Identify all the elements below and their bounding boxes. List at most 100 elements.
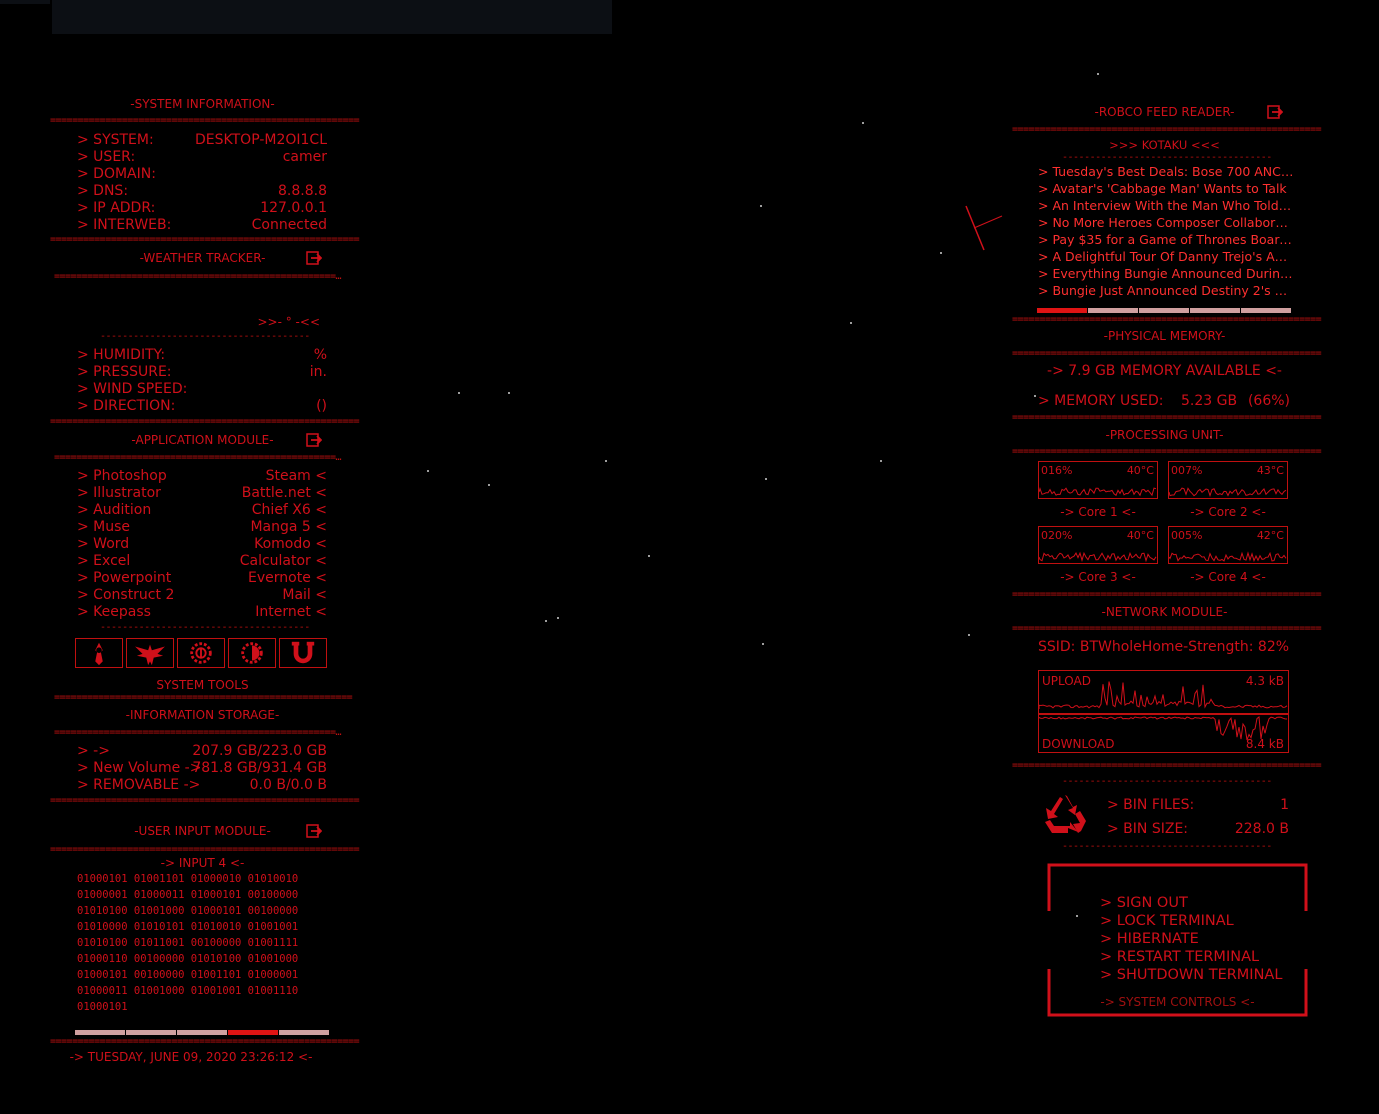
system-control-link[interactable]: > SHUTDOWN TERMINAL xyxy=(1100,966,1282,984)
pager-segment[interactable] xyxy=(1139,308,1189,313)
pager-segment[interactable] xyxy=(126,1030,176,1035)
pager-segment[interactable] xyxy=(1190,308,1240,313)
storage-row[interactable]: > -> 207.9 GB/223.0 GB xyxy=(77,743,327,760)
core-usage: 007% xyxy=(1171,464,1203,477)
input-pager[interactable] xyxy=(75,1030,330,1035)
weather-label: > HUMIDITY: xyxy=(77,347,166,363)
memory-available: -> 7.9 GB MEMORY AVAILABLE <- xyxy=(1047,363,1282,379)
star-dot xyxy=(545,620,547,622)
feed-item-link[interactable]: > Avatar's 'Cabbage Man' Wants to Talk xyxy=(1038,180,1294,197)
feed-list: > Tuesday's Best Deals: Bose 700 ANC Hea… xyxy=(1038,163,1294,299)
memory-title: -PHYSICAL MEMORY- xyxy=(1103,329,1226,343)
core-graph: 005% 42°C xyxy=(1168,526,1288,564)
divider: ========================================… xyxy=(1012,446,1322,457)
app-link-left[interactable]: > Audition xyxy=(77,502,151,519)
divider: ========================================… xyxy=(50,844,360,855)
weather-value: in. xyxy=(309,364,327,380)
pager-segment[interactable] xyxy=(1088,308,1138,313)
app-link-right[interactable]: Battle.net < xyxy=(242,485,327,502)
app-link-left[interactable]: > Muse xyxy=(77,519,130,536)
weather-label: > PRESSURE: xyxy=(77,364,172,380)
star-dot xyxy=(1034,395,1036,397)
core-usage: 005% xyxy=(1171,529,1203,542)
controls-footer: -> SYSTEM CONTROLS <- xyxy=(1100,995,1255,1009)
app-link-right[interactable]: Evernote < xyxy=(248,570,327,587)
gear-half-icon xyxy=(241,642,263,664)
core-temp: 40°C xyxy=(1126,464,1154,477)
weather-rows: > HUMIDITY:% > PRESSURE: in. > WIND SPEED: >… xyxy=(77,347,327,415)
system-control-link[interactable]: > HIBERNATE xyxy=(1100,930,1282,948)
app-link-left[interactable]: > Word xyxy=(77,536,129,553)
download-graph: DOWNLOAD 8.4 kB xyxy=(1038,714,1289,753)
pager-segment[interactable] xyxy=(279,1030,329,1035)
eagle-icon xyxy=(135,644,165,666)
app-link-left[interactable]: > Illustrator xyxy=(77,485,161,502)
pager-segment[interactable] xyxy=(1241,308,1291,313)
recycle-bin-icon[interactable] xyxy=(1042,793,1088,839)
cpu-cores: 016% 40°C -> Core 1 <- 007% 43°C -> Core 2 <-… xyxy=(1038,461,1298,591)
download-value: 8.4 kB xyxy=(1245,737,1284,751)
divider: ========================================… xyxy=(1012,314,1322,325)
system-control-link[interactable]: > SIGN OUT xyxy=(1100,894,1282,912)
divider: ========================================… xyxy=(54,452,342,463)
core-label: -> Core 3 <- xyxy=(1060,570,1136,584)
network-ssid: SSID: BTWholeHome-Strength: 82% xyxy=(1038,639,1290,655)
storage-title: -INFORMATION STORAGE- xyxy=(125,708,280,722)
upload-graph: UPLOAD 4.3 kB xyxy=(1038,670,1289,714)
dash-divider: ----------------------------------------… xyxy=(1062,152,1272,163)
system-info-value: DESKTOP-M2OI1CL xyxy=(195,132,327,148)
pager-segment[interactable] xyxy=(177,1030,227,1035)
app-link-left[interactable]: > Keepass xyxy=(77,604,151,621)
horseshoe-tool-button[interactable] xyxy=(279,638,327,668)
app-link-left[interactable]: > Excel xyxy=(77,553,130,570)
open-icon[interactable] xyxy=(306,432,323,451)
app-link-right[interactable]: Calculator < xyxy=(240,553,327,570)
cog-tool-button[interactable] xyxy=(177,638,225,668)
pager-segment[interactable] xyxy=(75,1030,125,1035)
feed-item-link[interactable]: > Bungie Just Announced Destiny 2's Next… xyxy=(1038,282,1294,299)
app-link-right[interactable]: Mail < xyxy=(282,587,327,604)
open-icon[interactable] xyxy=(1267,104,1284,123)
network-graphs: UPLOAD 4.3 kB DOWNLOAD 8.4 kB xyxy=(1038,670,1289,753)
app-link-right[interactable]: Chief X6 < xyxy=(252,502,327,519)
app-link-left[interactable]: > Construct 2 xyxy=(77,587,174,604)
app-row: > Illustrator Battle.net < xyxy=(77,485,327,502)
system-control-link[interactable]: > RESTART TERMINAL xyxy=(1100,948,1282,966)
pager-segment[interactable] xyxy=(1037,308,1087,313)
pager-segment[interactable] xyxy=(228,1030,278,1035)
app-link-left[interactable]: > Powerpoint xyxy=(77,570,171,587)
divider: ========================================… xyxy=(1012,348,1322,359)
weather-row: > DIRECTION: () xyxy=(77,398,327,415)
weather-label: > WIND SPEED: xyxy=(77,381,188,397)
star-dot xyxy=(862,122,864,124)
app-link-right[interactable]: Internet < xyxy=(255,604,327,621)
system-info-row: > SYSTEM: DESKTOP-M2OI1CL xyxy=(77,132,327,149)
divider: ========================================… xyxy=(54,692,353,703)
divider: ========================================… xyxy=(50,416,360,427)
feed-item-link[interactable]: > Everything Bungie Announced During Its… xyxy=(1038,265,1294,282)
comet-decoration xyxy=(965,205,1003,251)
divider: ========================================… xyxy=(1012,589,1322,600)
feed-item-link[interactable]: > Pay $35 for a Game of Thrones Board Ga… xyxy=(1038,231,1294,248)
feed-item-link[interactable]: > A Delightful Tour Of Danny Trejo's Ani… xyxy=(1038,248,1294,265)
app-link-right[interactable]: Komodo < xyxy=(254,536,327,553)
feed-item-link[interactable]: > No More Heroes Composer Collaborates W… xyxy=(1038,214,1294,231)
storage-row[interactable]: > REMOVABLE -> 0.0 B/0.0 B xyxy=(77,777,327,794)
storage-row[interactable]: > New Volume -> 781.8 GB/931.4 GB xyxy=(77,760,327,777)
weather-value: () xyxy=(316,398,327,414)
gear-half-tool-button[interactable] xyxy=(228,638,276,668)
star-dot xyxy=(488,484,490,486)
open-icon[interactable] xyxy=(306,823,323,842)
open-icon[interactable] xyxy=(306,250,323,269)
app-link-right[interactable]: Manga 5 < xyxy=(250,519,327,536)
lamp-tool-button[interactable] xyxy=(75,638,123,668)
bin-files-value: 1 xyxy=(1280,797,1289,813)
app-list: > Photoshop Steam < > Illustrator Battle.ne… xyxy=(77,468,327,621)
feed-item-link[interactable]: > Tuesday's Best Deals: Bose 700 ANC Hea… xyxy=(1038,163,1294,180)
system-control-link[interactable]: > LOCK TERMINAL xyxy=(1100,912,1282,930)
app-link-right[interactable]: Steam < xyxy=(266,468,327,485)
eagle-tool-button[interactable] xyxy=(126,638,174,668)
feed-item-link[interactable]: > An Interview With the Man Who Told the… xyxy=(1038,197,1294,214)
feed-pager[interactable] xyxy=(1037,308,1292,313)
app-link-left[interactable]: > Photoshop xyxy=(77,468,167,485)
